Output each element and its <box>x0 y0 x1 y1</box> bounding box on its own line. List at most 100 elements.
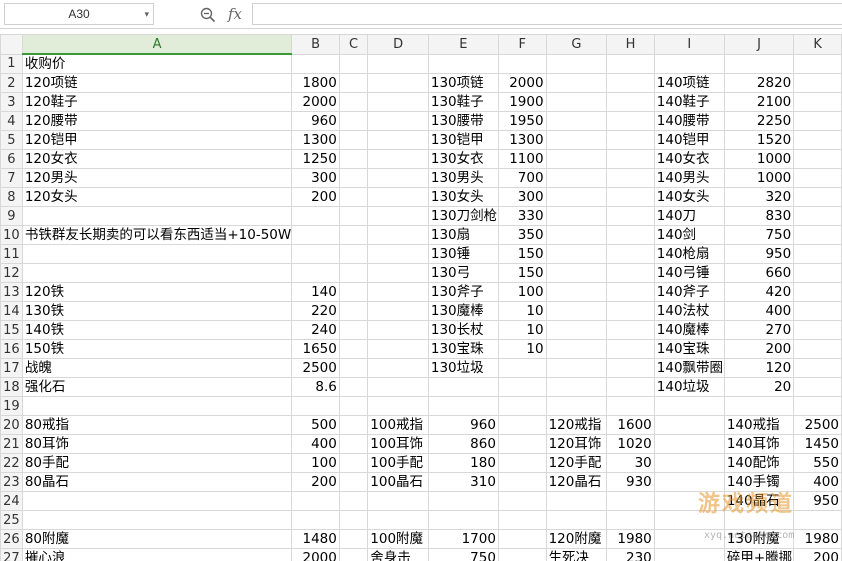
row-header[interactable]: 1 <box>0 53 23 74</box>
cell-k11[interactable] <box>793 244 842 264</box>
row-header[interactable]: 8 <box>0 187 23 207</box>
cell-a19[interactable] <box>21 396 293 416</box>
cell-b10[interactable] <box>291 225 340 245</box>
cell-d4[interactable] <box>367 111 429 131</box>
cell-j3[interactable]: 2100 <box>723 92 795 112</box>
cell-f7[interactable]: 700 <box>497 168 547 188</box>
cell-h26[interactable]: 1980 <box>606 529 655 549</box>
cell-b9[interactable] <box>291 206 340 226</box>
cell-d1[interactable] <box>367 53 429 74</box>
cell-e20[interactable]: 960 <box>427 415 499 435</box>
cell-i22[interactable] <box>653 453 725 473</box>
cell-b6[interactable]: 1250 <box>291 149 340 169</box>
cell-j5[interactable]: 1520 <box>723 130 795 150</box>
cell-b11[interactable] <box>291 244 340 264</box>
cell-b4[interactable]: 960 <box>291 111 340 131</box>
cell-k22[interactable]: 550 <box>793 453 842 473</box>
cell-c26[interactable] <box>338 529 369 549</box>
cell-h15[interactable] <box>606 320 655 340</box>
cell-a15[interactable]: 140铁 <box>21 320 293 340</box>
row-header[interactable]: 2 <box>0 73 23 93</box>
cell-d3[interactable] <box>367 92 429 112</box>
cell-j1[interactable] <box>723 53 795 74</box>
cell-e2[interactable]: 130项链 <box>427 73 499 93</box>
cell-k23[interactable]: 400 <box>793 472 842 492</box>
cell-h13[interactable] <box>606 282 655 302</box>
cell-i27[interactable] <box>653 548 725 561</box>
cell-c4[interactable] <box>338 111 369 131</box>
cell-c19[interactable] <box>338 396 369 416</box>
cell-c10[interactable] <box>338 225 369 245</box>
cell-h20[interactable]: 1600 <box>606 415 655 435</box>
cell-i16[interactable]: 140宝珠 <box>653 339 725 359</box>
column-header-a[interactable]: A <box>21 34 293 55</box>
cell-j27[interactable]: 碎甲+腾挪 <box>723 548 795 561</box>
cell-d26[interactable]: 100附魔 <box>367 529 429 549</box>
cell-k15[interactable] <box>793 320 842 340</box>
cell-a11[interactable] <box>21 244 293 264</box>
cell-g25[interactable] <box>545 510 608 530</box>
cell-h4[interactable] <box>606 111 655 131</box>
cell-k18[interactable] <box>793 377 842 397</box>
cell-f17[interactable] <box>497 358 547 378</box>
cell-e18[interactable] <box>427 377 499 397</box>
select-all-corner[interactable] <box>0 34 23 55</box>
cell-c14[interactable] <box>338 301 369 321</box>
zoom-icon[interactable] <box>200 4 216 24</box>
cell-d8[interactable] <box>367 187 429 207</box>
cell-d21[interactable]: 100耳饰 <box>367 434 429 454</box>
row-header[interactable]: 10 <box>0 225 23 245</box>
cell-d13[interactable] <box>367 282 429 302</box>
cell-b5[interactable]: 1300 <box>291 130 340 150</box>
cell-e10[interactable]: 130扇 <box>427 225 499 245</box>
row-header[interactable]: 19 <box>0 396 23 416</box>
cell-f21[interactable] <box>497 434 547 454</box>
cell-g6[interactable] <box>545 149 608 169</box>
cell-e26[interactable]: 1700 <box>427 529 499 549</box>
cell-f27[interactable] <box>497 548 547 561</box>
cell-f3[interactable]: 1900 <box>497 92 547 112</box>
cell-g9[interactable] <box>545 206 608 226</box>
cell-c7[interactable] <box>338 168 369 188</box>
cell-f25[interactable] <box>497 510 547 530</box>
cell-e23[interactable]: 310 <box>427 472 499 492</box>
cell-k20[interactable]: 2500 <box>793 415 842 435</box>
cell-d14[interactable] <box>367 301 429 321</box>
cell-i23[interactable] <box>653 472 725 492</box>
cell-j6[interactable]: 1000 <box>723 149 795 169</box>
cell-a18[interactable]: 强化石 <box>21 377 293 397</box>
cell-c21[interactable] <box>338 434 369 454</box>
cell-a20[interactable]: 80戒指 <box>21 415 293 435</box>
cell-g21[interactable]: 120耳饰 <box>545 434 608 454</box>
cell-j25[interactable] <box>723 510 795 530</box>
fx-icon[interactable]: fx <box>228 4 242 24</box>
cell-e8[interactable]: 130女头 <box>427 187 499 207</box>
cell-i26[interactable] <box>653 529 725 549</box>
cell-e4[interactable]: 130腰带 <box>427 111 499 131</box>
column-header-g[interactable]: G <box>545 34 608 55</box>
cell-f18[interactable] <box>497 377 547 397</box>
cell-g4[interactable] <box>545 111 608 131</box>
cell-g11[interactable] <box>545 244 608 264</box>
cell-h17[interactable] <box>606 358 655 378</box>
cell-c18[interactable] <box>338 377 369 397</box>
cell-h24[interactable] <box>606 491 655 511</box>
cell-a12[interactable] <box>21 263 293 283</box>
cell-c27[interactable] <box>338 548 369 561</box>
cell-f12[interactable]: 150 <box>497 263 547 283</box>
cell-d6[interactable] <box>367 149 429 169</box>
cell-k17[interactable] <box>793 358 842 378</box>
cell-i19[interactable] <box>653 396 725 416</box>
column-header-b[interactable]: B <box>291 34 340 55</box>
cell-g2[interactable] <box>545 73 608 93</box>
cell-c11[interactable] <box>338 244 369 264</box>
cell-a21[interactable]: 80耳饰 <box>21 434 293 454</box>
cell-i13[interactable]: 140斧子 <box>653 282 725 302</box>
cell-d23[interactable]: 100晶石 <box>367 472 429 492</box>
cell-k10[interactable] <box>793 225 842 245</box>
cell-h23[interactable]: 930 <box>606 472 655 492</box>
cell-a27[interactable]: 摧心浪 <box>21 548 293 561</box>
cell-k8[interactable] <box>793 187 842 207</box>
cell-k6[interactable] <box>793 149 842 169</box>
cell-b26[interactable]: 1480 <box>291 529 340 549</box>
